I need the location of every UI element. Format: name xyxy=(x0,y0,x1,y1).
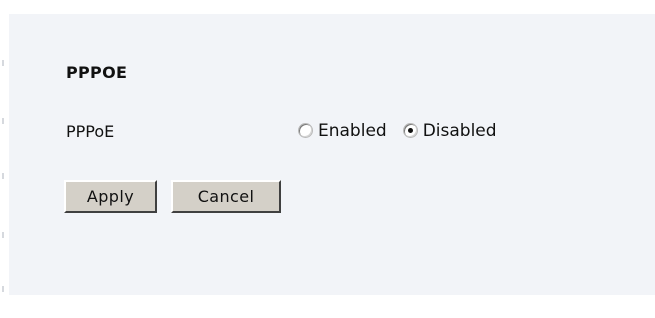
apply-button[interactable]: Apply xyxy=(64,180,157,213)
edge-tick xyxy=(2,286,4,292)
pppoe-label: PPPoE xyxy=(66,122,115,141)
edge-tick xyxy=(2,173,4,179)
radio-button-disabled[interactable] xyxy=(402,122,418,138)
enabled-label: Enabled xyxy=(318,121,387,141)
cancel-button[interactable]: Cancel xyxy=(171,180,281,213)
disabled-label: Disabled xyxy=(422,121,497,141)
section-title: PPPOE xyxy=(66,63,128,82)
radio-button-enabled[interactable] xyxy=(298,122,313,138)
pppoe-radio-group: Enabled Disabled xyxy=(298,121,497,141)
settings-panel xyxy=(9,14,655,295)
edge-tick xyxy=(2,232,4,238)
edge-tick xyxy=(2,60,4,66)
pppoe-disabled-option[interactable]: Disabled xyxy=(402,121,497,141)
pppoe-enabled-option[interactable]: Enabled xyxy=(298,121,387,141)
edge-tick xyxy=(2,118,4,124)
